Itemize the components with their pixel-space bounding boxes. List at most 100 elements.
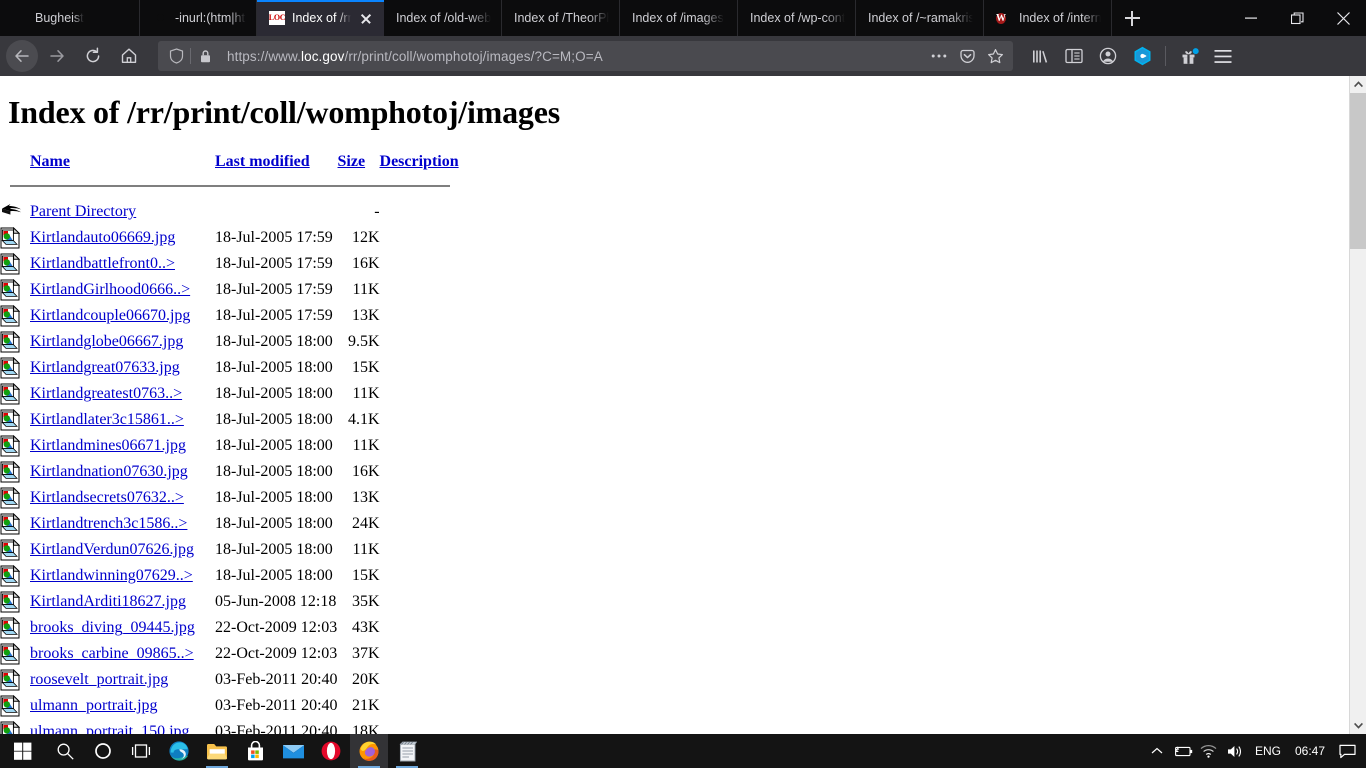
parent-directory-link[interactable]: Parent Directory (30, 203, 136, 220)
header-name[interactable]: Name (30, 153, 215, 173)
address-bar[interactable]: https://www.loc.gov/rr/print/coll/wompho… (158, 41, 1013, 71)
scroll-up-icon[interactable] (1350, 76, 1366, 93)
row-name-cell[interactable]: brooks_diving_09445.jpg (30, 615, 215, 641)
scroll-down-icon[interactable] (1350, 717, 1366, 734)
clock[interactable]: 06:47 (1288, 734, 1332, 768)
table-row[interactable]: brooks_diving_09445.jpg 22-Oct-2009 12:03… (0, 615, 459, 641)
tab-index-of-international[interactable]: W Index of /international (984, 0, 1112, 36)
file-link[interactable]: Kirtlandnation07630.jpg (30, 463, 188, 480)
file-link[interactable]: KirtlandGirlhood0666..> (30, 281, 190, 298)
taskbar-item-microsoft-store[interactable] (236, 734, 274, 768)
header-size[interactable]: Size (338, 153, 380, 173)
taskbar-item-mail[interactable] (274, 734, 312, 768)
table-row[interactable]: KirtlandVerdun07626.jpg 18-Jul-2005 18:00… (0, 537, 459, 563)
header-last-modified[interactable]: Last modified (215, 153, 338, 173)
row-name-cell[interactable]: Kirtlandlater3c15861..> (30, 407, 215, 433)
hamburger-menu-icon[interactable] (1206, 40, 1240, 72)
file-link[interactable]: Kirtlandbattlefront0..> (30, 255, 175, 272)
reload-button[interactable] (76, 40, 110, 72)
minimize-button[interactable] (1228, 0, 1274, 36)
table-row[interactable]: Kirtlandmines06671.jpg 18-Jul-2005 18:00 1… (0, 433, 459, 459)
tab-index-of-old-webistes[interactable]: Index of /old-webistes (384, 0, 502, 36)
row-name-cell[interactable]: Kirtlandtrench3c1586..> (30, 511, 215, 537)
row-name-cell[interactable]: Kirtlandglobe06667.jpg (30, 329, 215, 355)
page-actions-icon[interactable] (925, 43, 953, 69)
table-row[interactable]: ulmann_portrait.jpg 03-Feb-2011 20:40 21K (0, 693, 459, 719)
row-name-cell[interactable]: ulmann_portrait_150.jpg (30, 719, 215, 734)
file-link[interactable]: Kirtlandauto06669.jpg (30, 229, 175, 246)
row-name-cell[interactable]: KirtlandGirlhood0666..> (30, 277, 215, 303)
table-row[interactable]: Kirtlandsecrets07632..> 18-Jul-2005 18:00… (0, 485, 459, 511)
container-hexagon-icon[interactable] (1125, 40, 1159, 72)
table-row[interactable]: roosevelt_portrait.jpg 03-Feb-2011 20:40 2… (0, 667, 459, 693)
back-button[interactable] (6, 40, 38, 72)
file-link[interactable]: KirtlandArditi18627.jpg (30, 593, 186, 610)
header-description[interactable]: Description (380, 153, 459, 173)
library-icon[interactable] (1023, 40, 1057, 72)
tab-index-of-images[interactable]: Index of /images (620, 0, 738, 36)
wifi-icon[interactable] (1196, 734, 1222, 768)
tracking-protection-icon[interactable] (162, 48, 190, 64)
gift-icon[interactable] (1172, 40, 1206, 72)
file-link[interactable]: ulmann_portrait_150.jpg (30, 723, 190, 734)
tab-google-search[interactable]: -inurl:(htm|html|php|pls|txt) intitle:"i… (140, 0, 257, 36)
file-link[interactable]: brooks_diving_09445.jpg (30, 619, 195, 636)
table-row-parent-directory[interactable]: Parent Directory - (0, 199, 459, 225)
start-button[interactable] (0, 734, 46, 768)
table-row[interactable]: Kirtlandtrench3c1586..> 18-Jul-2005 18:00… (0, 511, 459, 537)
row-name-cell[interactable]: Kirtlandbattlefront0..> (30, 251, 215, 277)
row-name-cell[interactable]: Kirtlandauto06669.jpg (30, 225, 215, 251)
row-name-cell[interactable]: KirtlandArditi18627.jpg (30, 589, 215, 615)
table-row[interactable]: Kirtlandwinning07629..> 18-Jul-2005 18:00… (0, 563, 459, 589)
row-name-cell[interactable]: Kirtlandwinning07629..> (30, 563, 215, 589)
pocket-icon[interactable] (953, 43, 981, 69)
url-text[interactable]: https://www.loc.gov/rr/print/coll/wompho… (219, 49, 925, 64)
taskbar-item-opera[interactable] (312, 734, 350, 768)
row-name-cell[interactable]: roosevelt_portrait.jpg (30, 667, 215, 693)
row-name-cell[interactable]: Kirtlandcouple06670.jpg (30, 303, 215, 329)
file-link[interactable]: brooks_carbine_09865..> (30, 645, 194, 662)
tab-bugheist[interactable]: Bugheist (0, 0, 140, 36)
table-row[interactable]: Kirtlandnation07630.jpg 18-Jul-2005 18:00… (0, 459, 459, 485)
table-row[interactable]: Kirtlandglobe06667.jpg 18-Jul-2005 18:00 9… (0, 329, 459, 355)
row-name-cell[interactable]: brooks_carbine_09865..> (30, 641, 215, 667)
home-button[interactable] (112, 40, 146, 72)
sort-by-description-link[interactable]: Description (380, 153, 459, 170)
action-center-icon[interactable] (1332, 734, 1362, 768)
sort-by-size-link[interactable]: Size (338, 153, 366, 170)
vertical-scrollbar[interactable] (1349, 76, 1366, 734)
row-name-cell[interactable]: Kirtlandsecrets07632..> (30, 485, 215, 511)
account-icon[interactable] (1091, 40, 1125, 72)
file-link[interactable]: Kirtlandcouple06670.jpg (30, 307, 190, 324)
table-row[interactable]: KirtlandGirlhood0666..> 18-Jul-2005 17:59… (0, 277, 459, 303)
task-view-button[interactable] (122, 734, 160, 768)
file-link[interactable]: ulmann_portrait.jpg (30, 697, 158, 714)
taskbar-item-file-explorer[interactable] (198, 734, 236, 768)
tab-index-of-ramakrishnan[interactable]: Index of /~ramakrishnan (856, 0, 984, 36)
row-name-cell[interactable]: Kirtlandgreat07633.jpg (30, 355, 215, 381)
tab-index-of-theorphys[interactable]: Index of /TheorPhys (502, 0, 620, 36)
file-link[interactable]: Kirtlandglobe06667.jpg (30, 333, 183, 350)
table-row[interactable]: Kirtlandgreat07633.jpg 18-Jul-2005 18:00 1… (0, 355, 459, 381)
cortana-button[interactable] (84, 734, 122, 768)
lock-icon[interactable] (191, 49, 219, 64)
scrollbar-thumb[interactable] (1350, 93, 1366, 249)
file-link[interactable]: KirtlandVerdun07626.jpg (30, 541, 194, 558)
row-name-cell[interactable]: Kirtlandmines06671.jpg (30, 433, 215, 459)
sort-by-date-link[interactable]: Last modified (215, 153, 310, 170)
tab-index-of-wp-content[interactable]: Index of /wp-content (738, 0, 856, 36)
file-link[interactable]: Kirtlandlater3c15861..> (30, 411, 184, 428)
file-link[interactable]: Kirtlandsecrets07632..> (30, 489, 184, 506)
bookmark-star-icon[interactable] (981, 43, 1009, 69)
close-window-button[interactable] (1320, 0, 1366, 36)
table-row[interactable]: Kirtlandcouple06670.jpg 18-Jul-2005 17:59… (0, 303, 459, 329)
table-row[interactable]: Kirtlandbattlefront0..> 18-Jul-2005 17:59… (0, 251, 459, 277)
table-row[interactable]: brooks_carbine_09865..> 22-Oct-2009 12:03… (0, 641, 459, 667)
forward-button[interactable] (40, 40, 74, 72)
file-link[interactable]: Kirtlandgreat07633.jpg (30, 359, 180, 376)
volume-icon[interactable] (1222, 734, 1248, 768)
tab-index-of-rr-print[interactable]: LOC Index of /rr/print/coll/womphotoj/im… (257, 0, 384, 36)
language-indicator[interactable]: ENG (1248, 734, 1288, 768)
taskbar-item-edge[interactable] (160, 734, 198, 768)
file-link[interactable]: Kirtlandmines06671.jpg (30, 437, 186, 454)
